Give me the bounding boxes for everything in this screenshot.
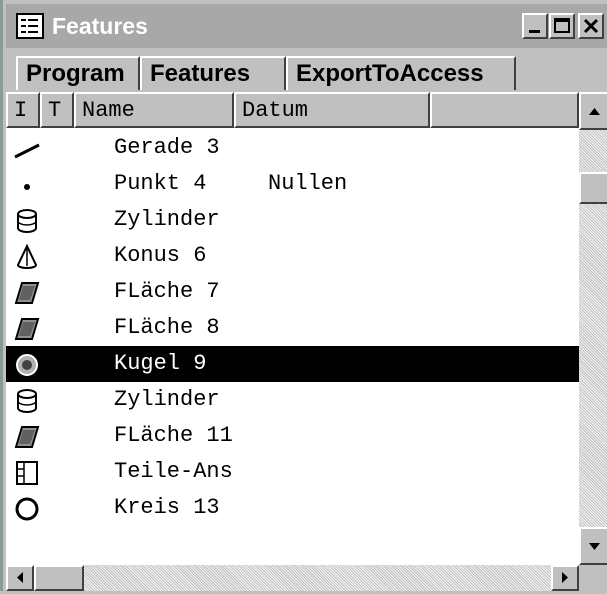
surface-icon (14, 282, 40, 304)
vertical-scroll-thumb[interactable] (579, 172, 607, 204)
list-item[interactable]: FLäche 8 (6, 310, 579, 346)
list-item[interactable]: Kugel 9 (6, 346, 579, 382)
feature-name: FLäche 8 (114, 315, 220, 340)
tab-exporttoaccess[interactable]: ExportToAccess (286, 56, 516, 90)
maximize-icon (554, 18, 570, 33)
tab-strip: Program Features ExportToAccess (6, 50, 607, 90)
list-item[interactable]: Kreis 13 (6, 490, 579, 526)
feature-name: Punkt 4 (114, 171, 207, 196)
list-item[interactable]: Punkt 4 Nullen (6, 166, 579, 202)
cylinder-icon (17, 389, 37, 413)
feature-datum: Nullen (268, 171, 348, 196)
list-item[interactable]: Konus 6 (6, 238, 579, 274)
arrow-left-icon (17, 572, 23, 583)
feature-name: Zylinder (114, 387, 220, 412)
sphere-icon (16, 354, 38, 376)
list-item[interactable]: Zylinder (6, 382, 579, 418)
list-icon[interactable] (16, 13, 44, 39)
close-icon (583, 18, 599, 34)
circle-icon (15, 497, 39, 521)
column-header-datum[interactable]: Datum (234, 92, 430, 128)
horizontal-scroll-thumb[interactable] (34, 565, 84, 591)
feature-name: Teile-Ans (114, 459, 233, 484)
list-item[interactable]: FLäche 11 (6, 418, 579, 454)
minimize-icon (529, 30, 540, 33)
tab-program[interactable]: Program (16, 56, 140, 90)
feature-name: Gerade 3 (114, 135, 220, 160)
scroll-right-button[interactable] (551, 565, 579, 591)
features-window: Features Program Features ExportToAccess… (0, 0, 607, 591)
cylinder-icon (17, 209, 37, 233)
maximize-button[interactable] (549, 13, 575, 39)
cone-icon (16, 244, 38, 269)
column-header-t[interactable]: T (40, 92, 74, 128)
arrow-down-icon (589, 543, 600, 550)
line-icon (14, 143, 40, 159)
column-header-i[interactable]: I (6, 92, 40, 128)
column-header-name[interactable]: Name (74, 92, 234, 128)
scroll-up-button[interactable] (579, 92, 607, 130)
list-item[interactable]: Zylinder (6, 202, 579, 238)
surface-icon (14, 318, 40, 340)
part-view-icon (16, 461, 38, 485)
close-button[interactable] (578, 13, 604, 39)
feature-name: Zylinder (114, 207, 220, 232)
minimize-button[interactable] (522, 13, 548, 39)
feature-name: FLäche 11 (114, 423, 233, 448)
vertical-scrollbar[interactable] (579, 92, 607, 565)
point-icon (24, 184, 30, 190)
scroll-down-button[interactable] (579, 527, 607, 565)
column-header-extra[interactable] (430, 92, 579, 128)
arrow-right-icon (562, 572, 568, 583)
list-item[interactable]: Teile-Ans (6, 454, 579, 490)
column-header-row: I T Name Datum (6, 92, 579, 128)
scroll-left-button[interactable] (6, 565, 34, 591)
features-list[interactable]: I T Name Datum Gerade 3 Punkt 4 Nullen Z… (6, 92, 579, 565)
arrow-up-icon (589, 108, 600, 115)
feature-name: Kugel 9 (114, 351, 207, 376)
surface-icon (14, 426, 40, 448)
list-item[interactable]: FLäche 7 (6, 274, 579, 310)
scrollbar-corner (579, 565, 607, 591)
list-item[interactable]: Gerade 3 (6, 130, 579, 166)
feature-name: Kreis 13 (114, 495, 220, 520)
title-bar[interactable]: Features (6, 4, 607, 48)
window-title: Features (52, 13, 148, 39)
feature-name: FLäche 7 (114, 279, 220, 304)
tab-features[interactable]: Features (140, 56, 286, 90)
feature-name: Konus 6 (114, 243, 207, 268)
horizontal-scrollbar[interactable] (6, 565, 579, 591)
